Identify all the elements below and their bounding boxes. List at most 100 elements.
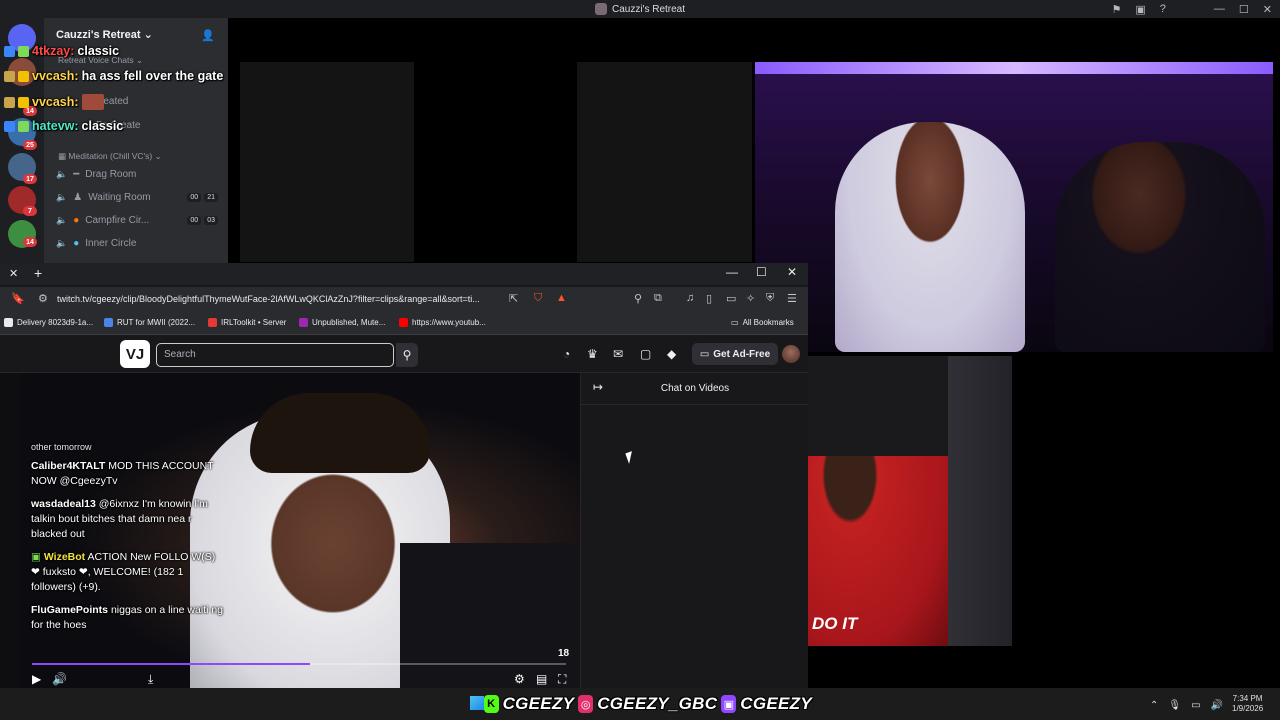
channel-label: Drag Room: [85, 169, 137, 180]
theatre-mode-icon[interactable]: ▤: [536, 672, 547, 686]
capture-icon[interactable]: ⧉: [654, 292, 662, 305]
whispers-icon[interactable]: ▢: [640, 347, 651, 361]
speaker-icon: 🔈: [56, 169, 68, 179]
download-icon[interactable]: ⤓: [148, 672, 153, 687]
chevron-up-icon[interactable]: ⌃: [1150, 700, 1158, 711]
chevron-down-icon: ⌄: [143, 29, 153, 41]
bookmark-icon[interactable]: 🔖: [11, 292, 25, 305]
video-chat-line: FluGamePoints niggas on a line waiti ng …: [31, 604, 224, 631]
volume-icon[interactable]: 🔊: [52, 672, 67, 686]
bookmark-item[interactable]: RUT for MWII (2022...: [104, 318, 195, 327]
maximize-icon[interactable]: ☐: [1239, 3, 1249, 16]
address-bar: 🔖 ⚙ twitch.tv/cgeezy/clip/BloodyDelightf…: [0, 287, 808, 313]
music-icon[interactable]: ♫: [686, 292, 694, 304]
crown-icon[interactable]: ♛: [587, 347, 598, 361]
channel-drag-room[interactable]: 🔈 ━ Drag Room: [56, 169, 218, 180]
overlay-chat-user: 4tkzay:: [32, 44, 75, 58]
maximize-icon[interactable]: ☐: [756, 265, 767, 279]
badge-icon: [4, 96, 15, 108]
search-icon[interactable]: ⚲: [396, 343, 418, 367]
mic-icon[interactable]: 🎙: [1168, 700, 1181, 711]
all-bookmarks[interactable]: ▭ All Bookmarks: [731, 318, 794, 327]
clock[interactable]: 7:34 PM 1/9/2026: [1232, 694, 1263, 714]
channel-label: reated: [100, 96, 129, 107]
sidebar-icon[interactable]: ▯: [706, 292, 712, 305]
video-player[interactable]: other tomorrow Caliber4KTALT MOD THIS AC…: [20, 373, 580, 688]
webcam-side: DO IT: [808, 356, 1012, 646]
url-text[interactable]: twitch.tv/cgeezy/clip/BloodyDelightfulTh…: [57, 294, 497, 304]
bookmark-item[interactable]: Unpublished, Mute...: [299, 318, 385, 327]
share-icon[interactable]: ⇱: [509, 292, 518, 305]
activity-icon[interactable]: ◔: [563, 347, 570, 361]
twitch-icon: ▣: [721, 695, 737, 713]
progress-fill: [32, 663, 310, 665]
volume-icon[interactable]: 🔊: [1211, 700, 1223, 711]
webcam-main: [755, 62, 1273, 352]
brave-shield-icon[interactable]: ⛉: [534, 292, 542, 305]
close-icon[interactable]: ✕: [787, 265, 797, 279]
minimize-icon[interactable]: —: [1214, 3, 1225, 15]
close-icon[interactable]: ✕: [1263, 3, 1272, 16]
get-ad-free-button[interactable]: ▭ Get Ad-Free: [692, 343, 778, 365]
channel-item[interactable]: reated: [100, 96, 262, 107]
category-meditation[interactable]: ▦ Meditation (Chill VC's) ⌄: [58, 151, 162, 162]
server-name[interactable]: Cauzzi's Retreat ⌄: [56, 28, 153, 41]
window-title: Cauzzi's Retreat: [594, 3, 685, 15]
play-icon[interactable]: ▶: [32, 672, 41, 686]
speaker-icon: 🔈: [56, 238, 68, 248]
overlay-chat-user: hatevw:: [32, 119, 79, 133]
overlay-chat-line: vvcash: ha ass fell over the gate: [4, 69, 223, 83]
chat-panel: Chat on Videos ↦: [580, 373, 808, 688]
instagram-icon: ◎: [578, 695, 594, 713]
badge-icon: [4, 45, 15, 57]
channel-waiting-room[interactable]: 🔈 ♟ Waiting Room 00 21: [56, 192, 218, 203]
shirt-text: DO IT: [812, 614, 858, 633]
inbox-icon[interactable]: ✉: [613, 347, 623, 361]
bookmark-item[interactable]: IRLToolkit • Server: [208, 318, 286, 327]
instagram-handle: CGEEZY_GBC: [597, 694, 718, 713]
bookmark-item[interactable]: Delivery 8023d9-1a...: [4, 318, 93, 327]
network-icon[interactable]: ▭: [1191, 700, 1200, 711]
video-time: 18: [558, 648, 570, 659]
inbox-icon[interactable]: ⚑: [1112, 3, 1122, 16]
collapse-chat-icon[interactable]: ↦: [593, 380, 603, 394]
chat-title: Chat on Videos: [660, 383, 730, 394]
badge-icon: [4, 120, 15, 132]
fullscreen-icon[interactable]: ⛶: [558, 672, 566, 687]
social-banner: K CGEEZY ◎ CGEEZY_GBC ▣ CGEEZY: [468, 690, 812, 718]
wave-icon: ●: [73, 238, 80, 249]
overlay-chat-message: classic: [77, 44, 120, 58]
twitch-handle: CGEEZY: [740, 694, 812, 713]
server-badge: 7: [23, 206, 37, 216]
site-info-icon[interactable]: ⚙: [38, 292, 48, 305]
extensions-icon[interactable]: ⚲: [634, 292, 642, 305]
bookmark-item[interactable]: https://www.youtub...: [399, 318, 486, 327]
channel-label: Campfire Cir...: [85, 215, 150, 226]
user-count: 00: [187, 193, 202, 202]
settings-icon[interactable]: ⚙: [514, 672, 525, 686]
left-nav-strip: [0, 373, 20, 688]
menu-icon[interactable]: ☰: [787, 292, 797, 305]
browser-window: ✕ + — ☐ ✕ 🔖 ⚙ twitch.tv/cgeezy/clip/Bloo…: [0, 263, 808, 688]
video-progress-bar[interactable]: [32, 663, 566, 665]
add-member-icon[interactable]: 👤: [201, 29, 215, 42]
close-tab-icon[interactable]: ✕: [9, 267, 18, 280]
leo-icon[interactable]: ✧: [746, 292, 755, 305]
vpn-icon[interactable]: ⛨: [766, 292, 774, 305]
channel-inner-circle[interactable]: 🔈 ● Inner Circle: [56, 238, 218, 249]
avatar[interactable]: [782, 345, 800, 363]
server-badge: 14: [23, 237, 37, 247]
minimize-icon[interactable]: —: [726, 265, 738, 279]
overlay-chat-message: ha ass fell over the gate: [81, 69, 224, 83]
server-badge: 25: [23, 140, 37, 150]
bits-icon[interactable]: ◆: [667, 347, 676, 361]
wallet-icon[interactable]: ▭: [726, 292, 736, 305]
channel-campfire[interactable]: 🔈 ● Campfire Cir... 00 03: [56, 215, 218, 226]
channel-label: Inner Circle: [85, 238, 137, 249]
monitor-icon[interactable]: ▣: [1135, 3, 1145, 16]
help-icon[interactable]: ?: [1160, 3, 1166, 15]
twitch-logo[interactable]: VJ: [120, 340, 150, 368]
new-tab-icon[interactable]: +: [34, 265, 42, 281]
search-input[interactable]: Search: [156, 343, 394, 367]
rewards-icon[interactable]: ▲: [556, 292, 567, 304]
